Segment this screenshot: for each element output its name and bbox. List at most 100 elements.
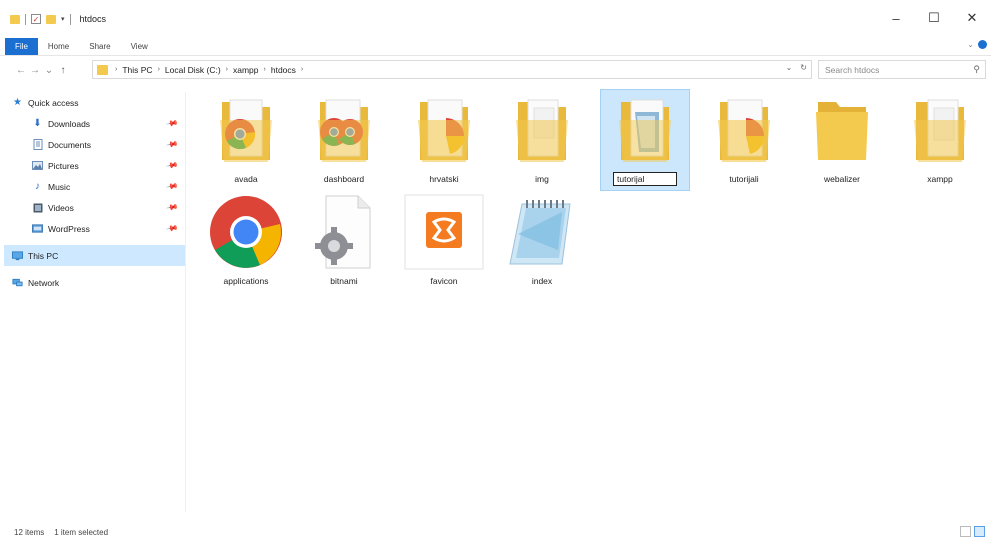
back-button[interactable]: ←: [14, 65, 28, 76]
file-name: xampp: [927, 174, 953, 184]
pictures-icon: [32, 160, 43, 171]
sidebar-item-label: Documents: [48, 139, 91, 150]
address-dropdown-icon[interactable]: ⌄: [786, 63, 793, 72]
file-name: applications: [223, 276, 269, 286]
toolbar-divider: [69, 13, 71, 25]
folder-icon: [204, 92, 288, 168]
recent-locations-button[interactable]: ⌄: [42, 65, 56, 76]
chevron-right-icon[interactable]: ›: [299, 66, 305, 73]
computer-icon: [12, 250, 23, 261]
sidebar-item-pictures[interactable]: Pictures 📌: [0, 155, 185, 176]
details-view-icon[interactable]: [960, 526, 971, 537]
sidebar-item-wordpress[interactable]: WordPress 📌: [0, 218, 185, 239]
breadcrumb-local-disk[interactable]: Local Disk (C:): [162, 65, 224, 75]
close-button[interactable]: ✕: [953, 6, 991, 30]
file-name: tutorijali: [729, 174, 759, 184]
file-item-favicon[interactable]: favicon: [400, 192, 488, 292]
address-bar[interactable]: › This PC › Local Disk (C:) › xampp › ht…: [92, 60, 812, 79]
star-icon: ★: [13, 97, 22, 108]
file-list: avada dashboard hrvatski img tutorijal t…: [190, 88, 990, 508]
folder-icon[interactable]: [10, 14, 20, 24]
sidebar-item-videos[interactable]: Videos 📌: [0, 197, 185, 218]
file-item-avada[interactable]: avada: [202, 90, 290, 190]
sidebar-item-downloads[interactable]: ⬇ Downloads 📌: [0, 113, 185, 134]
new-folder-icon[interactable]: [46, 14, 56, 24]
xampp-icon: [402, 194, 486, 270]
sidebar-item-quick-access[interactable]: ★ Quick access: [0, 92, 185, 113]
properties-icon[interactable]: ✓: [31, 14, 41, 24]
tab-file[interactable]: File: [5, 38, 38, 55]
rename-input[interactable]: [613, 172, 677, 186]
file-item-tutorijal[interactable]: [600, 89, 690, 191]
download-icon: ⬇: [33, 118, 42, 129]
sidebar-item-label: Videos: [48, 202, 74, 213]
music-icon: ♪: [35, 181, 40, 192]
window-title: htdocs: [79, 14, 107, 24]
sidebar-item-label: Quick access: [28, 97, 79, 108]
expand-ribbon-icon[interactable]: ⌄: [967, 40, 974, 49]
forward-button[interactable]: →: [28, 65, 42, 76]
tab-home[interactable]: Home: [38, 38, 79, 55]
up-button[interactable]: ↑: [56, 65, 70, 76]
refresh-icon[interactable]: ↻: [800, 63, 807, 72]
toolbar-divider: [25, 13, 26, 25]
status-bar: 12 items 1 item selected: [0, 523, 991, 541]
file-name: index: [531, 276, 553, 286]
file-item-index[interactable]: index: [498, 192, 586, 292]
folder-icon: [97, 64, 108, 75]
breadcrumb-this-pc[interactable]: This PC: [119, 65, 155, 75]
quick-access-toolbar: ✓ ▾ htdocs: [0, 13, 107, 25]
pin-icon[interactable]: 📌: [165, 180, 178, 193]
wordpress-icon: [32, 223, 43, 234]
documents-icon: [32, 139, 43, 150]
large-icons-view-icon[interactable]: [974, 526, 985, 537]
pin-icon[interactable]: 📌: [165, 222, 178, 235]
file-name: favicon: [430, 276, 458, 286]
sidebar-item-this-pc[interactable]: This PC: [4, 245, 185, 266]
file-item-bitnami[interactable]: bitnami: [300, 192, 388, 292]
search-icon[interactable]: ⚲: [973, 64, 980, 75]
breadcrumb-htdocs[interactable]: htdocs: [268, 65, 299, 75]
file-name: hrvatski: [429, 174, 459, 184]
file-item-dashboard[interactable]: dashboard: [300, 90, 388, 190]
sidebar-item-network[interactable]: Network: [0, 272, 185, 293]
file-item-webalizer[interactable]: webalizer: [798, 90, 886, 190]
sidebar-item-label: Pictures: [48, 160, 79, 171]
file-item-hrvatski[interactable]: hrvatski: [400, 90, 488, 190]
selection-count: 1 item selected: [54, 527, 109, 537]
breadcrumb-xampp[interactable]: xampp: [230, 65, 262, 75]
item-count: 12 items: [14, 527, 45, 537]
folder-icon: [603, 92, 687, 168]
pin-icon[interactable]: 📌: [165, 117, 178, 130]
folder-icon: [302, 92, 386, 168]
ribbon-options: ⌄: [967, 40, 987, 49]
tab-view[interactable]: View: [121, 38, 158, 55]
pin-icon[interactable]: 📌: [165, 201, 178, 214]
sidebar-item-label: Downloads: [48, 118, 91, 129]
help-icon[interactable]: [978, 40, 987, 49]
tab-share[interactable]: Share: [79, 38, 120, 55]
sidebar-item-label: Music: [48, 181, 71, 192]
sidebar-item-music[interactable]: ♪ Music 📌: [0, 176, 185, 197]
file-item-applications[interactable]: applications: [202, 192, 290, 292]
file-name: webalizer: [824, 174, 860, 184]
search-box[interactable]: ⚲: [818, 60, 986, 79]
file-item-xampp[interactable]: xampp: [896, 90, 984, 190]
navigation-pane: ★ Quick access ⬇ Downloads 📌 Documents 📌…: [0, 92, 186, 512]
customize-toolbar-icon[interactable]: ▾: [61, 15, 65, 23]
pin-icon[interactable]: 📌: [165, 138, 178, 151]
chrome-icon: [204, 194, 288, 270]
file-name: bitnami: [330, 276, 358, 286]
sidebar-item-documents[interactable]: Documents 📌: [0, 134, 185, 155]
address-actions: ⌄ ↻: [786, 63, 807, 72]
sidebar-item-label: WordPress: [48, 223, 90, 234]
maximize-button[interactable]: ☐: [915, 6, 953, 30]
pin-icon[interactable]: 📌: [165, 159, 178, 172]
search-input[interactable]: [825, 64, 965, 75]
minimize-button[interactable]: –: [877, 6, 915, 30]
file-item-img[interactable]: img: [498, 90, 586, 190]
file-item-tutorijali[interactable]: tutorijali: [700, 90, 788, 190]
address-row: ← → ⌄ ↑ › This PC › Local Disk (C:) › xa…: [0, 58, 991, 82]
title-bar: ✓ ▾ htdocs – ☐ ✕: [0, 0, 991, 38]
sidebar-item-label: Network: [28, 277, 60, 288]
